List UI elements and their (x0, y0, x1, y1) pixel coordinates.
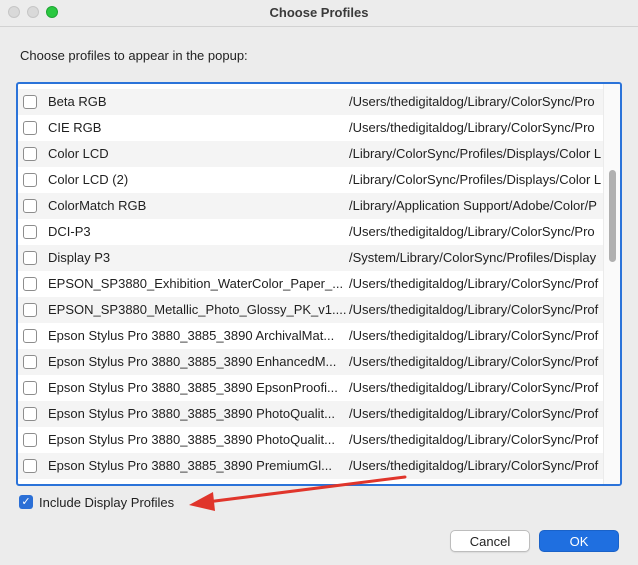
profile-path: /System/Library/ColorSync/Profiles/Displ… (349, 250, 597, 265)
prompt-label: Choose profiles to appear in the popup: (20, 48, 248, 63)
profile-name: Epson Stylus Pro 3880_3885_3890 EpsonPro… (48, 380, 338, 395)
profile-checkbox[interactable] (23, 147, 37, 161)
profile-name: Epson Stylus Pro 3880_3885_3890 Enhanced… (48, 354, 337, 369)
profile-path: /Users/thedigitaldog/Library/ColorSync/P… (349, 432, 599, 447)
profile-row[interactable]: Color LCD (2) /Library/ColorSync/Profiles… (18, 167, 604, 193)
profile-checkbox[interactable] (23, 121, 37, 135)
profile-name: Color LCD (48, 146, 109, 161)
profile-checkbox[interactable] (23, 95, 37, 109)
include-display-label: Include Display Profiles (39, 495, 175, 510)
profiles-list[interactable]: Beta RGB/Users/thedigitaldog/Library/Col… (16, 82, 622, 486)
cancel-button[interactable]: Cancel (450, 530, 530, 552)
red-arrow-icon (189, 475, 407, 511)
include-display-checkbox[interactable]: ✓ (19, 495, 33, 509)
profile-name: Beta RGB (48, 94, 107, 109)
profiles-rows: Beta RGB/Users/thedigitaldog/Library/Col… (18, 89, 604, 479)
profile-path: /Users/thedigitaldog/Library/ColorSync/P… (349, 224, 595, 239)
profile-name: CIE RGB (48, 120, 102, 135)
profile-path: /Users/thedigitaldog/Library/ColorSync/P… (349, 120, 595, 135)
profile-row[interactable]: Epson Stylus Pro 3880_3885_3890 Enhanced… (18, 349, 604, 375)
profile-checkbox[interactable] (23, 381, 37, 395)
profile-row[interactable]: CIE RGB/Users/thedigitaldog/Library/Colo… (18, 115, 604, 141)
profile-row[interactable]: EPSON_SP3880_Metallic_Photo_Glossy_PK_v1… (18, 297, 604, 323)
profile-path: /Users/thedigitaldog/Library/ColorSync/P… (349, 328, 599, 343)
profile-path: /Users/thedigitaldog/Library/ColorSync/P… (349, 380, 599, 395)
profile-checkbox[interactable] (23, 199, 37, 213)
profile-name: DCI-P3 (48, 224, 91, 239)
profile-name: Display P3 (48, 250, 111, 265)
list-scrollbar[interactable] (603, 84, 620, 484)
profile-path: /Users/thedigitaldog/Library/ColorSync/P… (349, 276, 599, 291)
profile-path: /Users/thedigitaldog/Library/ColorSync/P… (349, 354, 599, 369)
profile-checkbox[interactable] (23, 173, 37, 187)
profile-row[interactable]: Epson Stylus Pro 3880_3885_3890 PhotoQua… (18, 427, 604, 453)
profile-path: /Library/Application Support/Adobe/Color… (349, 198, 597, 213)
profile-checkbox[interactable] (23, 459, 37, 473)
profile-row[interactable]: Epson Stylus Pro 3880_3885_3890 EpsonPro… (18, 375, 604, 401)
profile-checkbox[interactable] (23, 225, 37, 239)
profile-row[interactable]: EPSON_SP3880_Exhibition_WaterColor_Paper… (18, 271, 604, 297)
profile-name: Epson Stylus Pro 3880_3885_3890 Archival… (48, 328, 335, 343)
profile-checkbox[interactable] (23, 355, 37, 369)
profile-path: /Users/thedigitaldog/Library/ColorSync/P… (349, 302, 599, 317)
ok-button[interactable]: OK (539, 530, 619, 552)
profile-path: /Library/ColorSync/Profiles/Displays/Col… (349, 172, 602, 187)
profile-row[interactable]: DCI-P3/Users/thedigitaldog/Library/Color… (18, 219, 604, 245)
profile-name: EPSON_SP3880_Metallic_Photo_Glossy_PK_v1… (48, 302, 347, 317)
profile-row[interactable]: Epson Stylus Pro 3880_3885_3890 PhotoQua… (18, 401, 604, 427)
title-bar: Choose Profiles (0, 0, 638, 27)
profile-row[interactable]: Color LCD/Library/ColorSync/Profiles/Dis… (18, 141, 604, 167)
profile-checkbox[interactable] (23, 407, 37, 421)
profile-checkbox[interactable] (23, 251, 37, 265)
profile-name: ColorMatch RGB (48, 198, 147, 213)
profile-name: Epson Stylus Pro 3880_3885_3890 PhotoQua… (48, 432, 335, 447)
profile-checkbox[interactable] (23, 303, 37, 317)
scrollbar-thumb[interactable] (609, 170, 616, 262)
profile-checkbox[interactable] (23, 277, 37, 291)
profile-row[interactable]: ColorMatch RGB/Library/Application Suppo… (18, 193, 604, 219)
profile-name: EPSON_SP3880_Exhibition_WaterColor_Paper… (48, 276, 344, 291)
profile-path: /Users/thedigitaldog/Library/ColorSync/P… (349, 406, 599, 421)
profile-name: Color LCD (2) (48, 172, 129, 187)
profile-checkbox[interactable] (23, 433, 37, 447)
profile-path: /Users/thedigitaldog/Library/ColorSync/P… (349, 94, 595, 109)
profile-row[interactable]: Display P3/System/Library/ColorSync/Prof… (18, 245, 604, 271)
profile-name: Epson Stylus Pro 3880_3885_3890 PhotoQua… (48, 406, 335, 421)
profile-path: /Library/ColorSync/Profiles/Displays/Col… (349, 146, 602, 161)
profile-row[interactable]: Beta RGB/Users/thedigitaldog/Library/Col… (18, 89, 604, 115)
profile-row[interactable]: Epson Stylus Pro 3880_3885_3890 Archival… (18, 323, 604, 349)
window-title: Choose Profiles (269, 5, 369, 20)
profile-checkbox[interactable] (23, 329, 37, 343)
